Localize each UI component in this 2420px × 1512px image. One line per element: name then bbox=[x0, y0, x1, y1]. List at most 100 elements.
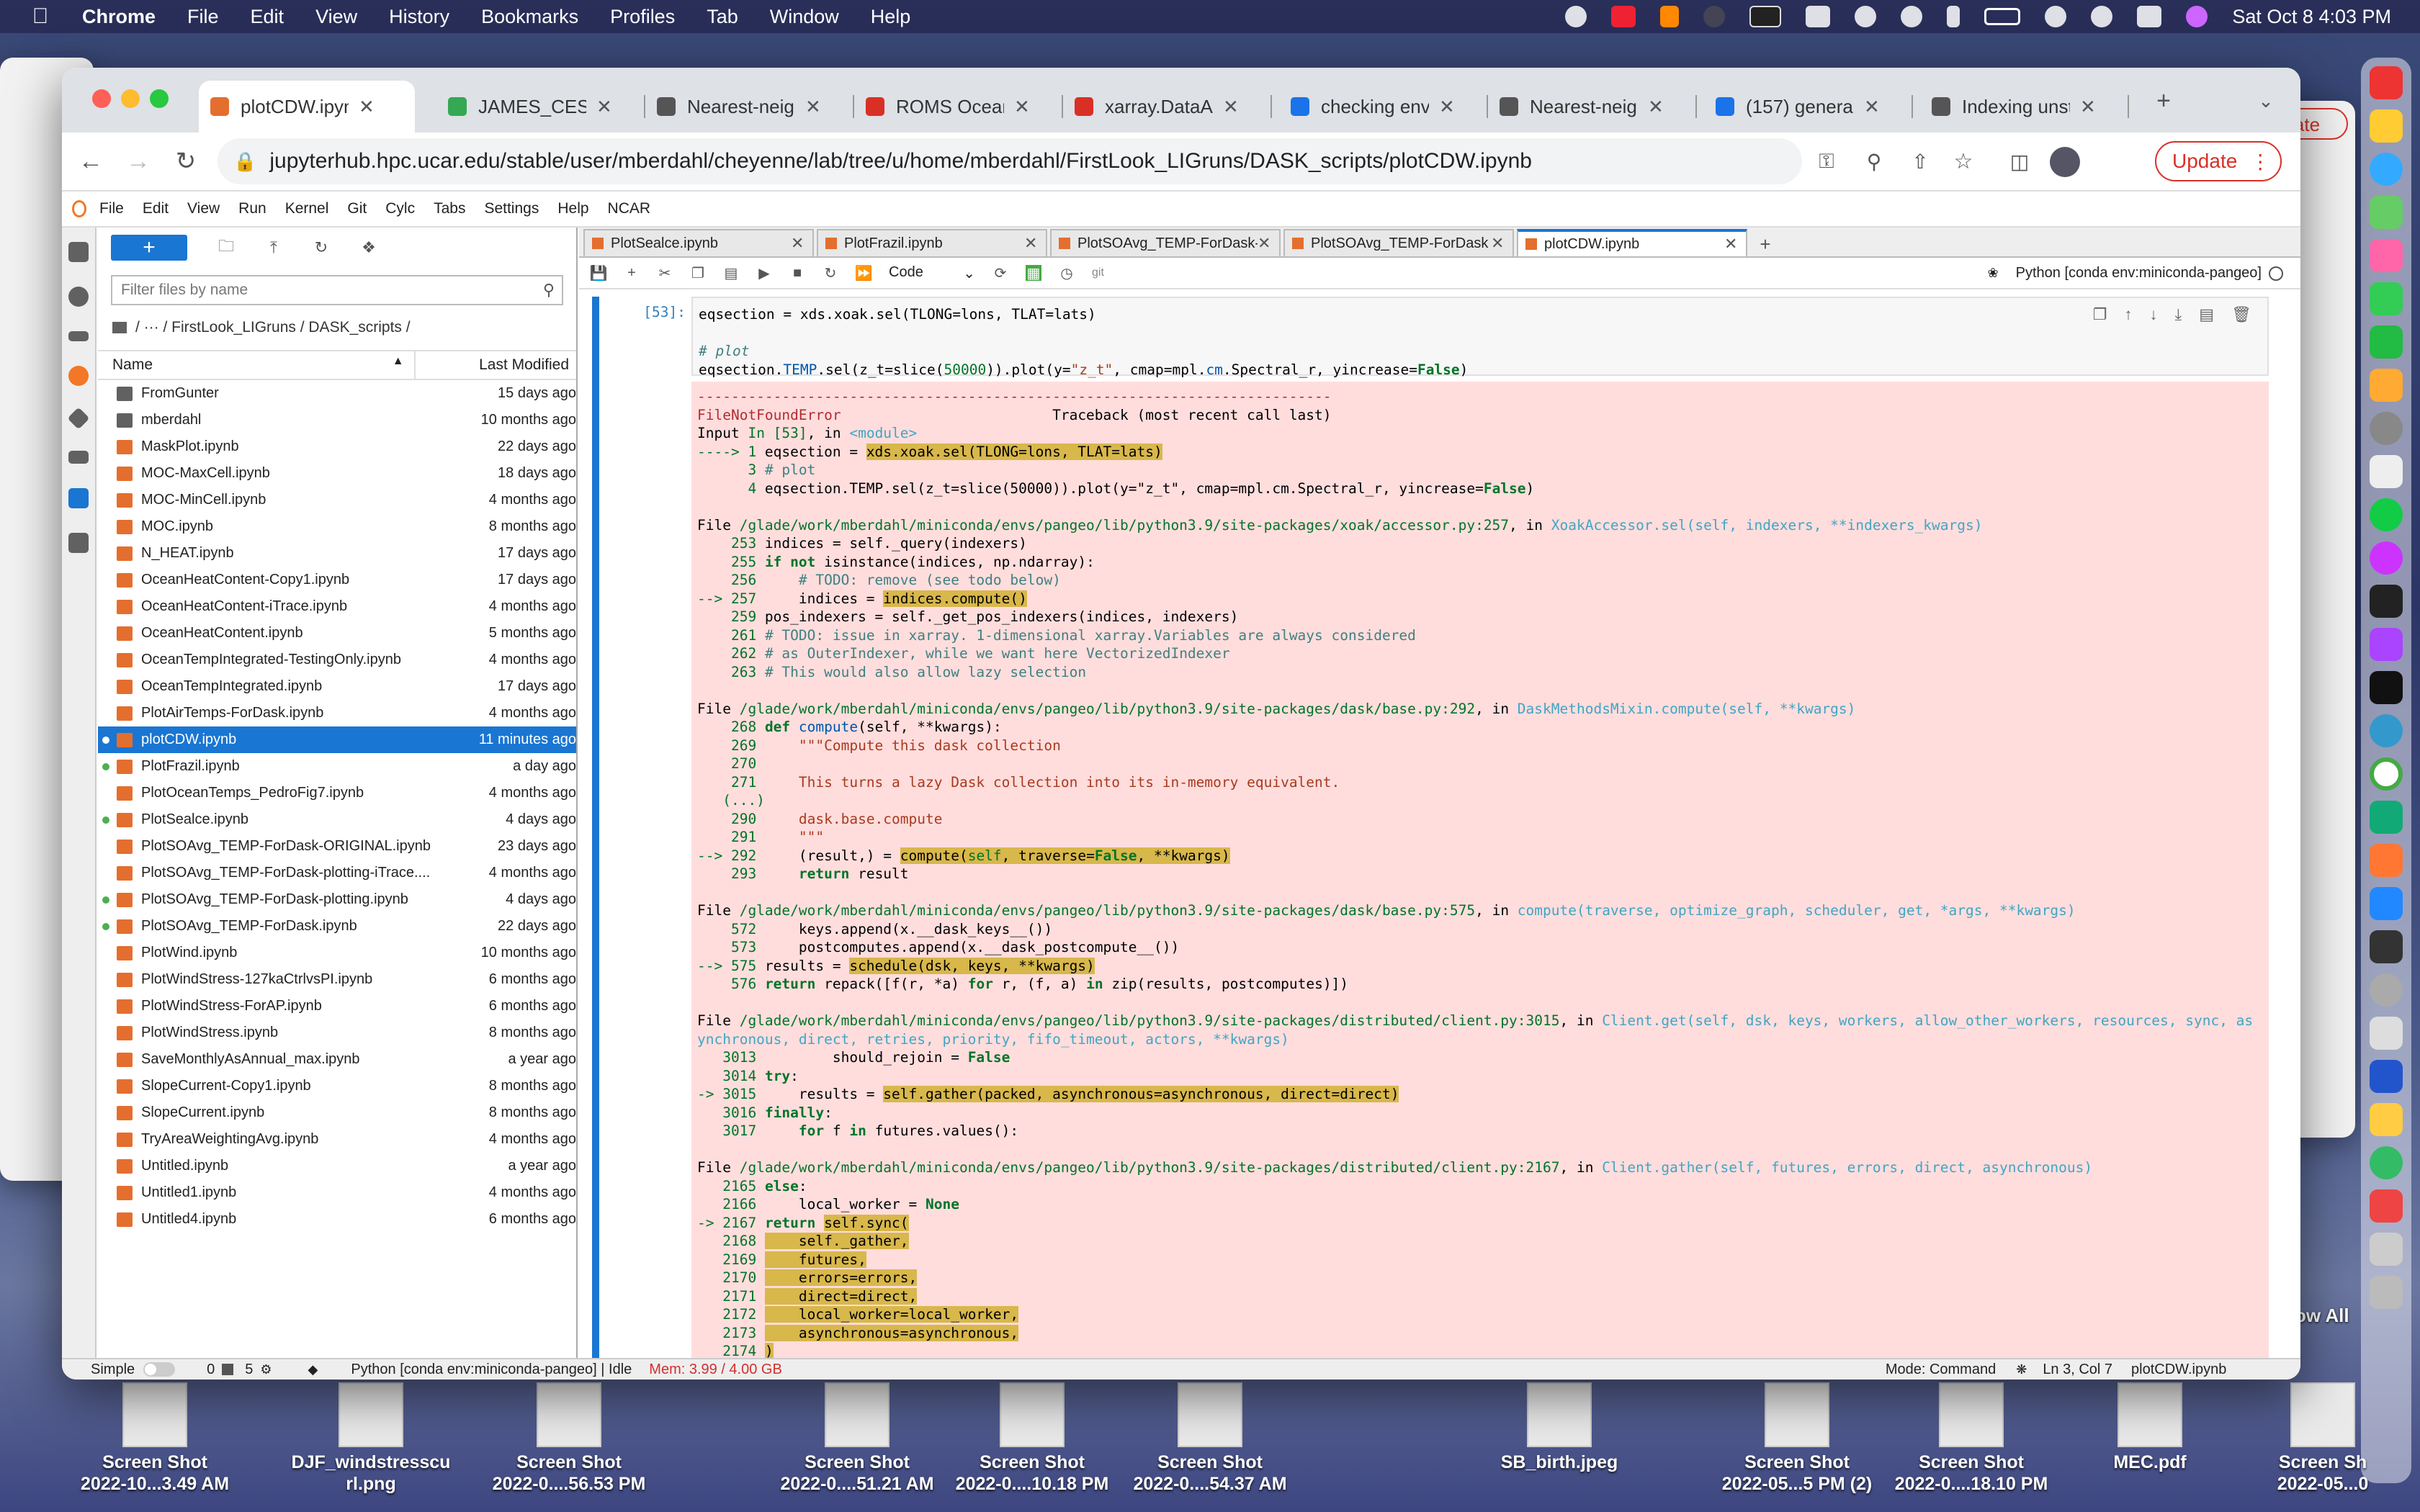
browser-tab[interactable]: (157) general ✕ bbox=[1704, 81, 1913, 132]
control-center-icon[interactable] bbox=[2137, 6, 2162, 27]
search-icon[interactable] bbox=[2091, 6, 2113, 27]
insert-above-icon[interactable]: ⤓ bbox=[2175, 305, 2182, 324]
cylc-icon[interactable] bbox=[68, 366, 89, 386]
photos-app-icon[interactable] bbox=[2370, 239, 2403, 272]
jupyter-menu-item[interactable]: Git bbox=[347, 200, 367, 217]
cell-type-select[interactable]: Code ⌄ bbox=[889, 264, 975, 282]
cell-input[interactable]: eqsection = xds.xoak.sel(TLONG=lons, TLA… bbox=[691, 297, 2269, 378]
file-row[interactable]: PlotSOAvg_TEMP-ForDask-plotting.ipynb 4 d… bbox=[98, 886, 576, 913]
close-icon[interactable]: ✕ bbox=[1258, 234, 1270, 253]
refresh-icon[interactable]: ⟳ bbox=[992, 265, 1008, 282]
file-row[interactable]: OceanHeatContent-Copy1.ipynb 17 days ago bbox=[98, 567, 576, 593]
filter-files-input[interactable]: Filter files by name ⚲ bbox=[111, 275, 563, 305]
file-row[interactable]: Untitled.ipynb a year ago bbox=[98, 1153, 576, 1179]
close-window-button[interactable] bbox=[92, 89, 111, 108]
kernel-indicator[interactable]: ❀ Python [conda env:miniconda-pangeo] bbox=[1988, 265, 2283, 282]
desktop-file[interactable]: Screen Shot 2022-0....18.10 PM bbox=[1888, 1382, 2054, 1495]
pages-app-icon[interactable] bbox=[2370, 369, 2403, 402]
file-row[interactable]: PlotWindStress-127kaCtrlvsPI.ipynb 6 mont… bbox=[98, 966, 576, 993]
headphones-icon[interactable] bbox=[1901, 6, 1923, 27]
menubar-tab[interactable]: Tab bbox=[707, 6, 738, 28]
desktop-file[interactable]: Screen Shot 2022-0....56.53 PM bbox=[486, 1382, 652, 1495]
facetime-app-icon[interactable] bbox=[2370, 325, 2403, 359]
tab-close-icon[interactable]: ✕ bbox=[1864, 96, 1880, 118]
safari-app-icon[interactable] bbox=[2370, 153, 2403, 186]
notebook-tab[interactable]: PlotSealce.ipynb ✕ bbox=[583, 229, 814, 256]
app-icon[interactable] bbox=[2370, 1146, 2403, 1179]
desktop-file[interactable]: Screen Sh 2022-05...0 bbox=[2240, 1382, 2406, 1495]
mail-app-icon[interactable] bbox=[2370, 887, 2403, 920]
file-row[interactable]: OceanTempIntegrated-TestingOnly.ipynb 4 m… bbox=[98, 647, 576, 673]
battery-icon[interactable] bbox=[1984, 8, 2021, 25]
tab-close-icon[interactable]: ✕ bbox=[2080, 96, 2096, 118]
jupyter-menu-item[interactable]: NCAR bbox=[608, 200, 651, 217]
spotify-app-icon[interactable] bbox=[2370, 498, 2403, 531]
browser-tab[interactable]: checking envir ✕ bbox=[1279, 81, 1488, 132]
upload-icon[interactable]: ⤒ bbox=[265, 238, 282, 256]
file-row[interactable]: MOC-MinCell.ipynb 4 months ago bbox=[98, 487, 576, 513]
play-icon[interactable] bbox=[1855, 6, 1877, 27]
file-row[interactable]: PlotWindStress.ipynb 8 months ago bbox=[98, 1020, 576, 1046]
desktop-file[interactable]: Screen Shot 2022-0....10.18 PM bbox=[949, 1382, 1115, 1495]
git-icon[interactable] bbox=[67, 407, 90, 430]
name-column-header[interactable]: Name ▲ bbox=[98, 355, 414, 374]
file-row[interactable]: FromGunter 15 days ago bbox=[98, 380, 576, 407]
app-status-icon[interactable] bbox=[1703, 6, 1726, 27]
desktop-file[interactable]: Screen Shot 2022-10...3.49 AM bbox=[72, 1382, 238, 1495]
tab-close-icon[interactable]: ✕ bbox=[1439, 96, 1455, 118]
close-icon[interactable]: ✕ bbox=[1491, 234, 1504, 253]
notes-app-icon[interactable] bbox=[2370, 109, 2403, 143]
new-launcher-button[interactable]: + bbox=[111, 235, 187, 261]
folder-icon[interactable] bbox=[68, 242, 89, 262]
zoom-icon[interactable]: ⚲ bbox=[1860, 147, 1888, 176]
delete-icon[interactable]: 🗑 bbox=[2231, 305, 2251, 324]
file-row[interactable]: SlopeCurrent-Copy1.ipynb 8 months ago bbox=[98, 1073, 576, 1099]
file-row[interactable]: SaveMonthlyAsAnnual_max.ipynb a year ago bbox=[98, 1046, 576, 1073]
file-row[interactable]: PlotSealce.ipynb 4 days ago bbox=[98, 806, 576, 833]
duplicate-icon[interactable]: ❐ bbox=[2093, 305, 2107, 324]
new-tab-icon[interactable]: + bbox=[2149, 86, 2178, 115]
calendar-app-icon[interactable] bbox=[2370, 66, 2403, 99]
siri-icon[interactable] bbox=[2186, 6, 2208, 27]
terminals-count[interactable]: 0 bbox=[207, 1362, 215, 1378]
menubar-history[interactable]: History bbox=[389, 6, 449, 28]
jupyter-menu-item[interactable]: View bbox=[187, 200, 220, 217]
file-row[interactable]: OceanHeatContent.ipynb 5 months ago bbox=[98, 620, 576, 647]
messages-app-icon[interactable] bbox=[2370, 282, 2403, 315]
tab-close-icon[interactable]: ✕ bbox=[359, 96, 375, 118]
tab-close-icon[interactable]: ✕ bbox=[1223, 96, 1239, 118]
file-row[interactable]: PlotSOAvg_TEMP-ForDask-ORIGINAL.ipynb 23 … bbox=[98, 833, 576, 860]
sheet-icon[interactable]: ▦ bbox=[1026, 265, 1041, 282]
app-icon[interactable] bbox=[2370, 1189, 2403, 1223]
desktop-file[interactable]: Screen Shot 2022-05...5 PM (2) bbox=[1714, 1382, 1880, 1495]
kubernetes-icon[interactable] bbox=[68, 488, 89, 508]
update-button[interactable]: Update ⋮ bbox=[2155, 141, 2282, 181]
kernels-count[interactable]: 5 bbox=[245, 1362, 253, 1378]
menubar-edit[interactable]: Edit bbox=[251, 6, 284, 28]
desktop-file[interactable]: SB_birth.jpeg bbox=[1476, 1382, 1642, 1473]
insert-below-icon[interactable]: ▤ bbox=[2199, 305, 2214, 324]
menubar-app-name[interactable]: Chrome bbox=[82, 6, 156, 28]
desktop-file[interactable]: MEC.pdf bbox=[2067, 1382, 2233, 1473]
address-bar[interactable]: 🔒 jupyterhub.hpc.ucar.edu/stable/user/mb… bbox=[218, 138, 1802, 184]
insert-cell-icon[interactable]: + bbox=[624, 265, 640, 281]
python-app-icon[interactable] bbox=[2370, 1103, 2403, 1136]
grid-icon[interactable] bbox=[1806, 6, 1831, 27]
browser-tab[interactable]: Nearest-neigh ✕ bbox=[1488, 81, 1697, 132]
vlc-icon[interactable] bbox=[1660, 6, 1680, 27]
menubar-file[interactable]: File bbox=[187, 6, 219, 28]
file-row[interactable]: MOC-MaxCell.ipynb 18 days ago bbox=[98, 460, 576, 487]
trash-icon[interactable] bbox=[2370, 1276, 2403, 1309]
notebook-tab[interactable]: plotCDW.ipynb ✕ bbox=[1517, 229, 1747, 256]
maps-app-icon[interactable] bbox=[2370, 196, 2403, 229]
nvidia-icon[interactable] bbox=[1749, 6, 1782, 27]
file-row[interactable]: PlotOceanTemps_PedroFig7.ipynb 4 months a… bbox=[98, 780, 576, 806]
tab-close-icon[interactable]: ✕ bbox=[1648, 96, 1664, 118]
minimize-window-button[interactable] bbox=[121, 89, 140, 108]
folder-icon[interactable] bbox=[112, 322, 127, 333]
file-row[interactable]: PlotFrazil.ipynb a day ago bbox=[98, 753, 576, 780]
new-folder-icon[interactable]: 🗀 bbox=[218, 237, 235, 256]
file-row[interactable]: PlotSOAvg_TEMP-ForDask.ipynb 22 days ago bbox=[98, 913, 576, 940]
tab-close-icon[interactable]: ✕ bbox=[1014, 96, 1030, 118]
menubar-bookmarks[interactable]: Bookmarks bbox=[481, 6, 578, 28]
